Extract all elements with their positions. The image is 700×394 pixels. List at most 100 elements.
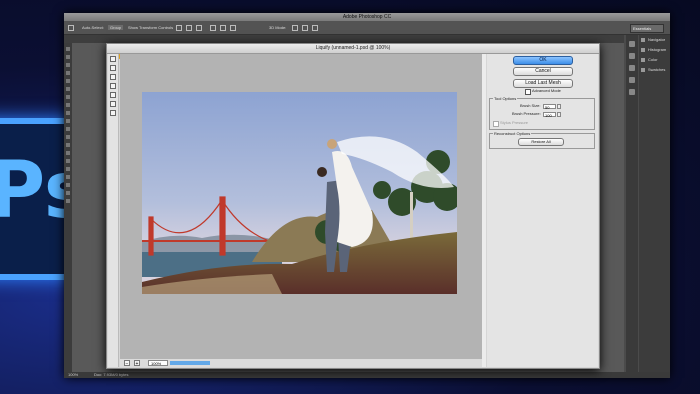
- show-transform-label[interactable]: Show Transform Controls: [128, 25, 173, 30]
- panel-label: Color: [648, 57, 658, 62]
- brush-size-label: Brush Size:: [520, 103, 541, 108]
- reconstruct-tool-icon[interactable]: [110, 65, 116, 71]
- lasso-tool-icon[interactable]: [66, 63, 70, 67]
- load-last-mesh-button[interactable]: Load Last Mesh: [513, 79, 573, 88]
- panel-color[interactable]: Color: [639, 55, 670, 65]
- gradient-tool-icon[interactable]: [66, 135, 70, 139]
- navigator-icon: [641, 38, 645, 42]
- align-middle-icon[interactable]: [186, 25, 192, 31]
- paragraph-panel-icon[interactable]: [629, 77, 635, 83]
- swatches-icon: [641, 68, 645, 72]
- restore-all-button[interactable]: Restore All: [518, 138, 564, 146]
- zoom-level-field[interactable]: 100%: [148, 360, 168, 366]
- 3d-rotate-icon[interactable]: [292, 25, 298, 31]
- forward-warp-tool-icon[interactable]: [110, 56, 116, 62]
- color-icon: [641, 58, 645, 62]
- reconstruct-options-title: Reconstruct Options: [493, 131, 532, 136]
- ok-button[interactable]: OK: [513, 56, 573, 65]
- panel-swatches[interactable]: Swatches: [639, 65, 670, 75]
- eyedropper-tool-icon[interactable]: [66, 87, 70, 91]
- eraser-tool-icon[interactable]: [66, 127, 70, 131]
- hand-tool-icon[interactable]: [66, 191, 70, 195]
- push-left-tool-icon[interactable]: [110, 92, 116, 98]
- bloat-tool-icon[interactable]: [110, 83, 116, 89]
- liquify-dialog: Liquify (unnamed-1.psd @ 100%) − + 100% …: [106, 43, 600, 369]
- properties-panel-icon[interactable]: [629, 53, 635, 59]
- right-panels: Navigator Histogram Color Swatches: [639, 35, 670, 372]
- stamp-tool-icon[interactable]: [66, 111, 70, 115]
- reconstruct-options-group: Reconstruct Options Restore All: [489, 131, 595, 149]
- status-bar: 100% Doc: 7.93M/0 bytes: [64, 372, 670, 378]
- panel-label: Swatches: [648, 67, 666, 72]
- marquee-tool-icon[interactable]: [66, 55, 70, 59]
- align-bottom-icon[interactable]: [196, 25, 202, 31]
- path-select-tool-icon[interactable]: [66, 175, 70, 179]
- liquify-options-panel: OK Cancel Load Last Mesh Advanced Mode T…: [487, 54, 598, 367]
- zoom-tool-icon[interactable]: [110, 110, 116, 116]
- move-tool-icon[interactable]: [68, 25, 74, 31]
- history-brush-icon[interactable]: [66, 119, 70, 123]
- zoom-tool-icon[interactable]: [66, 199, 70, 203]
- status-zoom: 100%: [68, 372, 79, 377]
- hand-tool-icon[interactable]: [110, 101, 116, 107]
- type-tool-icon[interactable]: [66, 167, 70, 171]
- panel-label: Histogram: [648, 47, 667, 52]
- preview-scrollbar[interactable]: [482, 54, 486, 367]
- 3d-roll-icon[interactable]: [302, 25, 308, 31]
- crop-tool-icon[interactable]: [66, 79, 70, 83]
- zoom-progress-bar: [170, 361, 210, 365]
- workspace-preset-dropdown[interactable]: Essentials: [630, 24, 664, 33]
- options-bar: Auto-Select: Group Show Transform Contro…: [64, 21, 670, 35]
- quick-select-tool-icon[interactable]: [66, 71, 70, 75]
- histogram-icon: [641, 48, 645, 52]
- document-tabbar: [64, 35, 624, 43]
- panel-icon-strip: [626, 35, 638, 372]
- brush-pressure-label: Brush Pressure:: [512, 111, 541, 116]
- align-right-icon[interactable]: [230, 25, 236, 31]
- 3d-drag-icon[interactable]: [312, 25, 318, 31]
- brush-size-stepper[interactable]: [557, 104, 561, 109]
- info-panel-icon[interactable]: [629, 89, 635, 95]
- zoom-bar: − + 100%: [120, 359, 482, 367]
- align-center-icon[interactable]: [220, 25, 226, 31]
- advanced-mode-checkbox[interactable]: [525, 89, 531, 95]
- dialog-titlebar: Liquify (unnamed-1.psd @ 100%): [107, 44, 599, 59]
- zoom-in-button[interactable]: +: [134, 360, 140, 367]
- panel-label: Navigator: [648, 37, 666, 42]
- shape-tool-icon[interactable]: [66, 183, 70, 187]
- panel-navigator[interactable]: Navigator: [639, 35, 670, 45]
- photo-illustration: [142, 92, 457, 294]
- wedding-photo[interactable]: [142, 92, 457, 294]
- status-doc-size: Doc: 7.93M/0 bytes: [94, 372, 129, 377]
- app-title: Adobe Photoshop CC: [342, 14, 392, 20]
- move-tool-icon[interactable]: [66, 47, 70, 51]
- panel-histogram[interactable]: Histogram: [639, 45, 670, 55]
- character-panel-icon[interactable]: [629, 65, 635, 71]
- stylus-pressure-checkbox[interactable]: [493, 121, 499, 127]
- tool-options-group: Tool Options Brush Size: 50 Brush Pressu…: [489, 96, 595, 130]
- 3d-mode-label: 3D Mode:: [269, 25, 287, 30]
- align-top-icon[interactable]: [176, 25, 182, 31]
- brush-pressure-field[interactable]: 100: [543, 112, 556, 118]
- pucker-tool-icon[interactable]: [110, 74, 116, 80]
- brush-tool-icon[interactable]: [66, 103, 70, 107]
- zoom-out-button[interactable]: −: [124, 360, 130, 367]
- brush-size-field[interactable]: 50: [543, 104, 556, 110]
- pen-tool-icon[interactable]: [66, 159, 70, 163]
- healing-tool-icon[interactable]: [66, 95, 70, 99]
- auto-select-label: Auto-Select:: [82, 25, 104, 30]
- toolbox: [64, 43, 72, 372]
- auto-select-dropdown[interactable]: Group: [108, 25, 124, 30]
- liquify-preview[interactable]: [120, 54, 482, 359]
- advanced-mode-label: Advanced Mode: [532, 88, 561, 93]
- history-panel-icon[interactable]: [629, 41, 635, 47]
- cancel-button[interactable]: Cancel: [513, 67, 573, 76]
- stylus-pressure-label: Stylus Pressure: [500, 120, 529, 125]
- tool-options-title: Tool Options: [493, 96, 518, 101]
- liquify-toolbox: [108, 54, 119, 367]
- dialog-title: Liquify (unnamed-1.psd @ 100%): [315, 45, 391, 51]
- blur-tool-icon[interactable]: [66, 143, 70, 147]
- align-left-icon[interactable]: [210, 25, 216, 31]
- dodge-tool-icon[interactable]: [66, 151, 70, 155]
- brush-pressure-stepper[interactable]: [557, 112, 561, 117]
